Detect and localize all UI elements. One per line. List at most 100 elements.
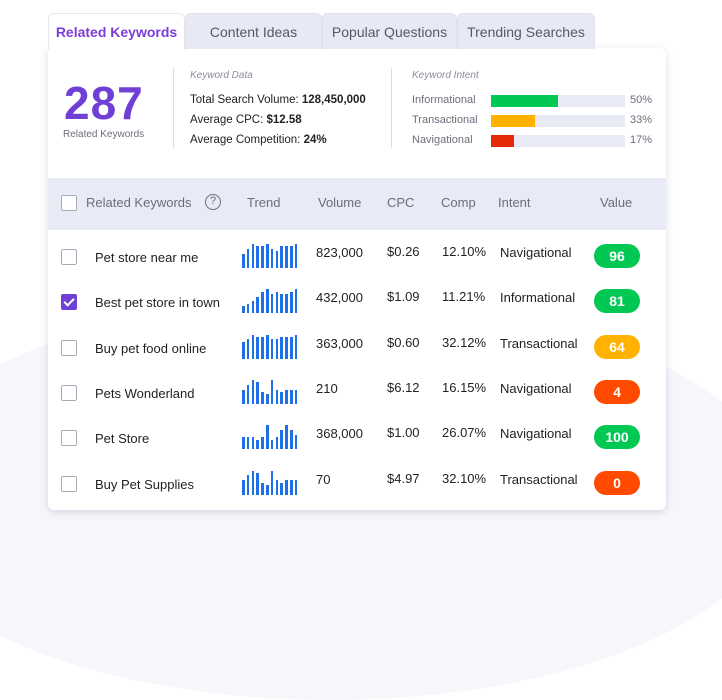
tab-popular-questions[interactable]: Popular Questions — [322, 13, 457, 49]
trend-bar — [270, 470, 274, 495]
trend-bar — [285, 480, 288, 495]
keyword-text[interactable]: Pets Wonderland — [95, 386, 195, 401]
trend-bar — [251, 244, 255, 268]
intent-bar-fill — [491, 115, 536, 127]
volume-value: 210 — [316, 380, 338, 396]
row-checkbox[interactable] — [61, 475, 77, 492]
trend-bar — [246, 303, 250, 314]
header-value[interactable]: Value — [600, 195, 632, 210]
intent-percent: 33% — [630, 114, 653, 126]
comp-value: 32.10% — [442, 470, 487, 486]
intent-row-informational: Informational 50% — [412, 94, 662, 108]
header-cpc[interactable]: CPC — [387, 195, 414, 210]
trend-bar — [280, 246, 283, 268]
trend-bar — [266, 394, 269, 404]
intent-value: Navigational — [500, 426, 572, 442]
row-checkbox[interactable] — [61, 339, 77, 356]
trend-bar — [290, 389, 293, 404]
trend-bar — [246, 248, 250, 268]
keywords-panel: 287 Related Keywords Keyword Data Total … — [48, 48, 666, 510]
keyword-intent-title: Keyword Intent — [412, 70, 479, 81]
value-badge: 64 — [594, 334, 640, 359]
keyword-text[interactable]: Pet Store — [95, 431, 149, 446]
tab-related-keywords[interactable]: Related Keywords — [48, 13, 185, 50]
trend-bar — [256, 472, 259, 495]
trend-sparkline — [242, 331, 300, 359]
average-cpc-value: $12.58 — [266, 114, 302, 126]
trend-bar — [275, 480, 279, 495]
trend-bar — [290, 337, 293, 359]
trend-sparkline — [242, 467, 300, 495]
trend-bar — [290, 430, 293, 450]
table-row[interactable]: Pets Wonderland 210 $6.12 16.15% Navigationa… — [48, 369, 666, 414]
table-row[interactable]: Best pet store in town 432,000 $1.09 11.21%… — [48, 278, 666, 323]
keyword-text[interactable]: Best pet store in town — [95, 295, 220, 310]
trend-bar — [270, 339, 274, 359]
volume-value: 368,000 — [316, 426, 363, 442]
trend-bar — [242, 253, 245, 268]
header-intent[interactable]: Intent — [498, 195, 531, 210]
value-badge: 0 — [594, 470, 640, 495]
row-checkbox[interactable] — [61, 294, 77, 311]
intent-bar-track — [491, 95, 625, 107]
keyword-text[interactable]: Pet store near me — [95, 250, 198, 265]
divider — [173, 68, 174, 148]
volume-value: 363,000 — [316, 335, 363, 351]
keyword-text[interactable]: Buy Pet Supplies — [95, 477, 194, 492]
trend-bar — [275, 389, 279, 404]
table-row[interactable]: Buy pet food online 363,000 $0.60 32.12% Tra… — [48, 324, 666, 369]
trend-bar — [242, 437, 245, 450]
row-checkbox[interactable] — [61, 249, 77, 265]
trend-bar — [270, 379, 274, 404]
trend-bar — [285, 389, 288, 404]
value-badge: 96 — [594, 244, 640, 268]
related-keywords-count-label: Related Keywords — [63, 129, 145, 140]
trend-bar — [266, 244, 269, 268]
trend-bar — [266, 484, 269, 495]
trend-bar — [256, 246, 259, 268]
table-row[interactable]: Pet Store 368,000 $1.00 26.07% Navigational 1… — [48, 414, 666, 459]
trend-bar — [270, 439, 274, 450]
row-checkbox[interactable] — [61, 384, 77, 401]
trend-sparkline — [242, 376, 300, 404]
comp-value: 16.15% — [442, 379, 487, 395]
trend-bar — [251, 470, 255, 495]
intent-value: Navigational — [500, 245, 572, 260]
intent-bar-track — [491, 115, 625, 127]
trend-bar — [261, 337, 264, 359]
row-checkbox[interactable] — [61, 430, 77, 447]
intent-value: Navigational — [500, 380, 572, 396]
header-trend[interactable]: Trend — [247, 195, 280, 210]
keyword-data-title: Keyword Data — [190, 70, 253, 81]
trend-bar — [294, 480, 298, 495]
summary-section: 287 Related Keywords Keyword Data Total … — [48, 48, 666, 178]
header-volume[interactable]: Volume — [318, 195, 361, 210]
select-all-checkbox[interactable] — [61, 195, 77, 211]
trend-bar — [280, 337, 283, 359]
tab-content-ideas[interactable]: Content Ideas — [185, 13, 322, 49]
intent-label: Transactional — [412, 114, 478, 126]
intent-row-transactional: Transactional 33% — [412, 114, 662, 128]
trend-bar — [280, 430, 283, 450]
average-cpc-label: Average CPC: — [190, 114, 264, 126]
tab-trending-searches[interactable]: Trending Searches — [457, 13, 595, 49]
trend-bar — [266, 425, 269, 450]
trend-bar — [251, 437, 255, 450]
keyword-text[interactable]: Buy pet food online — [95, 341, 206, 356]
volume-value: 432,000 — [316, 290, 363, 306]
table-row[interactable]: Buy Pet Supplies 70 $4.97 32.10% Transaction… — [48, 460, 666, 505]
trend-bar — [261, 482, 264, 495]
trend-bar — [256, 382, 259, 404]
header-related-keywords[interactable]: Related Keywords — [86, 195, 192, 210]
help-icon[interactable]: ? — [205, 194, 221, 210]
table-row[interactable]: Pet store near me 823,000 $0.26 12.10% Navig… — [48, 233, 666, 278]
value-badge: 81 — [594, 289, 640, 314]
header-comp[interactable]: Comp — [441, 195, 476, 210]
average-cpc: Average CPC: $12.58 — [190, 114, 302, 126]
trend-bar — [242, 480, 245, 495]
trend-bar — [270, 294, 274, 314]
trend-bar — [246, 384, 250, 404]
intent-label: Navigational — [412, 134, 473, 146]
trend-bar — [251, 379, 255, 404]
trend-bar — [256, 337, 259, 359]
